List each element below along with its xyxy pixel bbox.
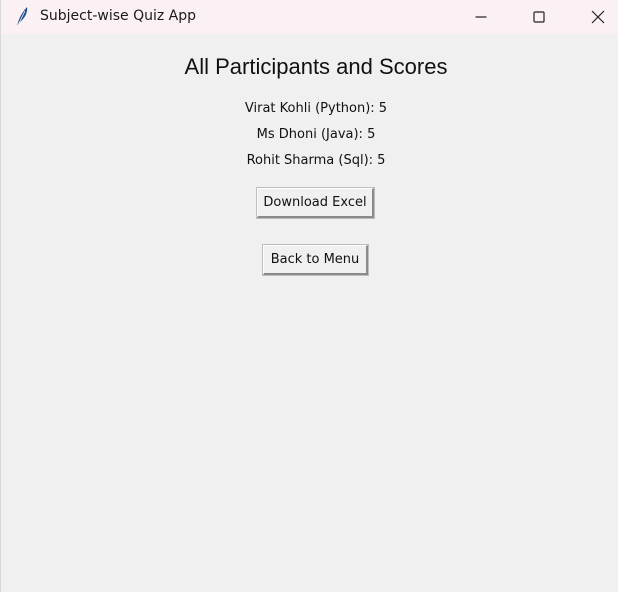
page-title: All Participants and Scores [184, 54, 448, 79]
score-entry: Virat Kohli (Python): 5 [244, 101, 388, 116]
main-content: All Participants and Scores Virat Kohli … [1, 34, 618, 592]
minimize-button[interactable] [452, 0, 510, 34]
maximize-icon [533, 11, 545, 23]
minimize-icon [475, 16, 487, 18]
maximize-button[interactable] [510, 0, 568, 34]
close-icon [591, 10, 605, 24]
score-entry: Rohit Sharma (Sql): 5 [246, 153, 386, 168]
window-title: Subject-wise Quiz App [40, 8, 197, 24]
close-button[interactable] [569, 0, 618, 34]
feather-icon [14, 6, 30, 28]
download-excel-button[interactable]: Download Excel [256, 187, 375, 219]
app-window: Subject-wise Quiz App All Participants a… [0, 0, 618, 592]
score-entry: Ms Dhoni (Java): 5 [256, 127, 376, 142]
title-bar[interactable]: Subject-wise Quiz App [1, 0, 618, 34]
back-to-menu-button[interactable]: Back to Menu [262, 244, 369, 276]
